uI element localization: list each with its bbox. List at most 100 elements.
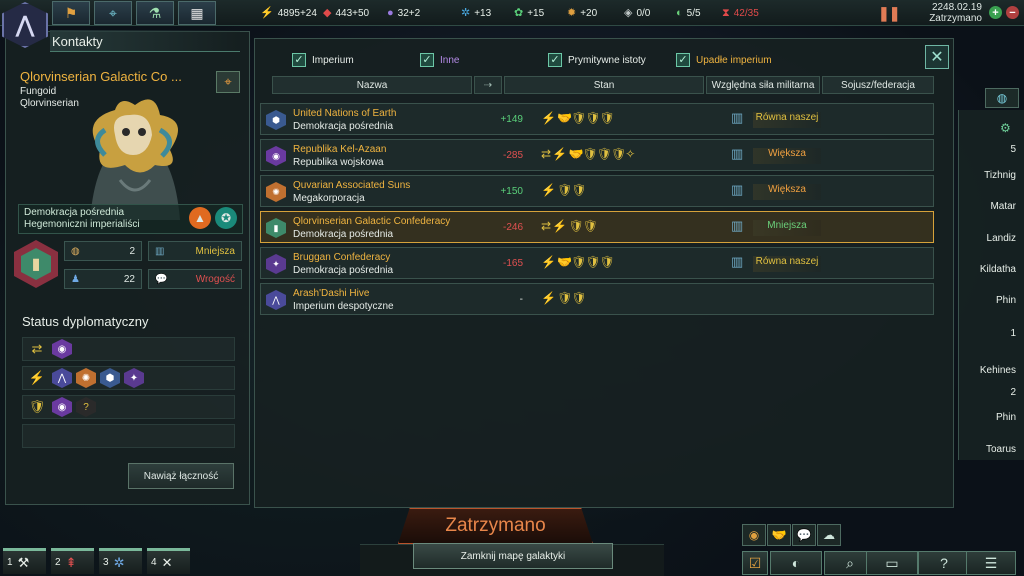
outliner-item[interactable]: Landiz	[987, 233, 1016, 244]
status-icons: ⚡ 🤝🛡🛡🛡	[541, 111, 615, 125]
speed-up-button[interactable]: +	[989, 6, 1002, 19]
outliner-item[interactable]: Phin	[996, 295, 1016, 306]
resource-fleet-capacity[interactable]: ⧗ 42/35	[722, 6, 759, 20]
shield-pact-icon[interactable]: 🛡	[26, 399, 48, 415]
resource-minerals[interactable]: ◆ 443+50	[323, 6, 369, 20]
outliner-item[interactable]: Matar	[990, 201, 1016, 212]
contact-row[interactable]: ⋀ Arash'Dashi Hive Imperium despotyczne …	[260, 283, 934, 315]
globe-icon: ◍	[996, 91, 1008, 105]
minerals-icon: ◆	[323, 6, 332, 19]
planets-icon: ◐	[676, 6, 683, 19]
locate-capital-button[interactable]: ⌖	[216, 71, 240, 93]
rivalry-icon[interactable]: ⚡	[26, 370, 48, 386]
planet-list-icon: ▦	[190, 4, 204, 21]
column-header-alliance[interactable]: Sojusz/federacja	[822, 76, 934, 94]
filter-empire[interactable]: ✓ Imperium	[292, 53, 354, 67]
contact-row[interactable]: ⬢ United Nations of Earth Demokracja poś…	[260, 103, 934, 135]
empire-emblem-icon[interactable]: ✺	[76, 368, 96, 388]
outliner-item[interactable]: Phin	[996, 412, 1016, 423]
column-header-name[interactable]: Nazwa	[272, 76, 472, 94]
empire-emblem-icon[interactable]: ◉	[52, 339, 72, 359]
stat-attitude: 💬 Wrogość	[148, 269, 242, 289]
resource-physics-research[interactable]: ✲ +13	[461, 6, 491, 20]
help-icon[interactable]: ?	[918, 551, 970, 575]
empire-emblem-icon[interactable]: ◉	[52, 397, 72, 417]
outliner-item[interactable]: Tizhnig	[984, 170, 1016, 181]
outliner-item[interactable]: Kehines	[980, 365, 1016, 376]
empire-emblem-icon: ▮	[266, 218, 286, 238]
contact-row[interactable]: ◉ Republika Kel-Azaan Republika wojskowa…	[260, 139, 934, 171]
stat-military-power: ▥ Mniejsza	[148, 241, 242, 261]
empire-emblem-icon[interactable]: ✦	[124, 368, 144, 388]
message-icon[interactable]: ▭	[866, 551, 918, 575]
checkbox-checked-icon[interactable]: ✓	[676, 53, 690, 67]
unknown-empire-icon[interactable]: ?	[76, 397, 96, 417]
tab-planets[interactable]: ▦	[178, 1, 216, 25]
checklist-icon[interactable]: ☑	[742, 551, 768, 575]
empire-emblem-icon: ✦	[266, 254, 286, 274]
ethic-militarist-icon[interactable]: ▲	[189, 207, 211, 229]
tab-research[interactable]: ⚗	[136, 1, 174, 25]
status-icons: ⚡ 🤝🛡🛡🛡	[541, 255, 615, 269]
species-icon[interactable]: ☁	[817, 524, 841, 546]
handshake-icon[interactable]: 🤝	[767, 524, 791, 546]
outliner-item[interactable]: Toarus	[986, 444, 1016, 455]
diplomatic-status-title: Status dyplomatyczny	[22, 314, 149, 329]
quick-tab-4[interactable]: 4 ✕	[147, 548, 190, 574]
quick-tab-1[interactable]: 1 ⚒	[3, 548, 46, 574]
relative-power: Równa naszej	[753, 256, 821, 272]
checkbox-checked-icon[interactable]: ✓	[548, 53, 562, 67]
resource-planets[interactable]: ◐ 5/5	[676, 6, 701, 20]
menu-icon[interactable]: ☰	[966, 551, 1016, 575]
relative-power: Większa	[753, 184, 821, 200]
pop-icon: ♟	[71, 273, 80, 285]
checkbox-checked-icon[interactable]: ✓	[420, 53, 434, 67]
resource-engineering-research[interactable]: ✹ +20	[567, 6, 597, 20]
planet-view-icon[interactable]: ◐	[770, 551, 822, 575]
checkbox-checked-icon[interactable]: ✓	[292, 53, 306, 67]
tab-situation-log[interactable]: ⚑	[52, 1, 90, 25]
trade-arrows-icon[interactable]: ⇄	[26, 341, 48, 357]
resource-society-research[interactable]: ✿ +15	[514, 6, 544, 20]
contact-row[interactable]: ✺ Quvarian Associated Suns Megakorporacj…	[260, 175, 934, 207]
filter-fallen-empire[interactable]: ✓ Upadłe imperium	[676, 53, 772, 67]
close-galaxy-map-button[interactable]: Zamknij mapę galaktyki	[413, 543, 613, 569]
column-header-power[interactable]: Względna siła militarna	[706, 76, 820, 94]
status-row-defense: 🛡 ◉ ?	[22, 395, 235, 419]
outliner-toggle-button[interactable]: ◍	[985, 88, 1019, 108]
society-research-icon: ✿	[514, 6, 524, 19]
influence-icon: ●	[387, 6, 394, 19]
chat-icon[interactable]: 💬	[792, 524, 816, 546]
empire-emblem-icon: ⬢	[266, 110, 286, 130]
empire-emblem-icon[interactable]: ⬢	[100, 368, 120, 388]
contact-row-selected[interactable]: ▮ Qlorvinserian Galactic Confederacy Dem…	[260, 211, 934, 243]
quick-tab-2[interactable]: 2 ⇞	[51, 548, 94, 574]
speed-down-button[interactable]: −	[1006, 6, 1019, 19]
column-header-contact[interactable]: ⇢	[474, 76, 502, 94]
resource-strategic[interactable]: ◈ 0/0	[624, 6, 650, 20]
filter-primitives[interactable]: ✓ Prymitywne istoty	[548, 53, 646, 67]
empire-emblem-icon[interactable]: ⋀	[52, 368, 72, 388]
construction-ship-icon: ⚒	[17, 554, 30, 570]
ethic-authority-icon[interactable]: ✪	[215, 207, 237, 229]
opinion-value: -165	[502, 258, 523, 269]
target-icon[interactable]: ◉	[742, 524, 766, 546]
outliner-item[interactable]: Kildatha	[980, 264, 1016, 275]
close-icon[interactable]: ✕	[925, 45, 949, 69]
filter-other[interactable]: ✓ Inne	[420, 53, 459, 67]
column-header-status[interactable]: Stan	[504, 76, 704, 94]
settings-gear-icon[interactable]: ⚙	[1000, 121, 1011, 135]
power-bars-icon: ▥	[731, 182, 744, 197]
pause-icon[interactable]: ❚❚	[878, 5, 900, 21]
game-status-text: Zatrzymano	[929, 13, 982, 24]
establish-contact-button[interactable]: Nawiąż łączność	[128, 463, 234, 489]
relative-power: Większa	[753, 148, 821, 164]
status-icons: ⇄ ⚡ 🤝🛡🛡🛡✧	[541, 147, 635, 161]
empire-emblem-icon: ⋀	[15, 12, 35, 37]
contact-arrow-icon: ⇢	[483, 79, 493, 91]
contact-row[interactable]: ✦ Bruggan Confederacy Demokracja pośredn…	[260, 247, 934, 279]
quick-tab-3[interactable]: 3 ✲	[99, 548, 142, 574]
resource-energy[interactable]: ⚡ 4895+24	[260, 6, 317, 20]
resource-influence[interactable]: ● 32+2	[387, 6, 420, 20]
tab-galaxy-map[interactable]: ⌖	[94, 1, 132, 25]
